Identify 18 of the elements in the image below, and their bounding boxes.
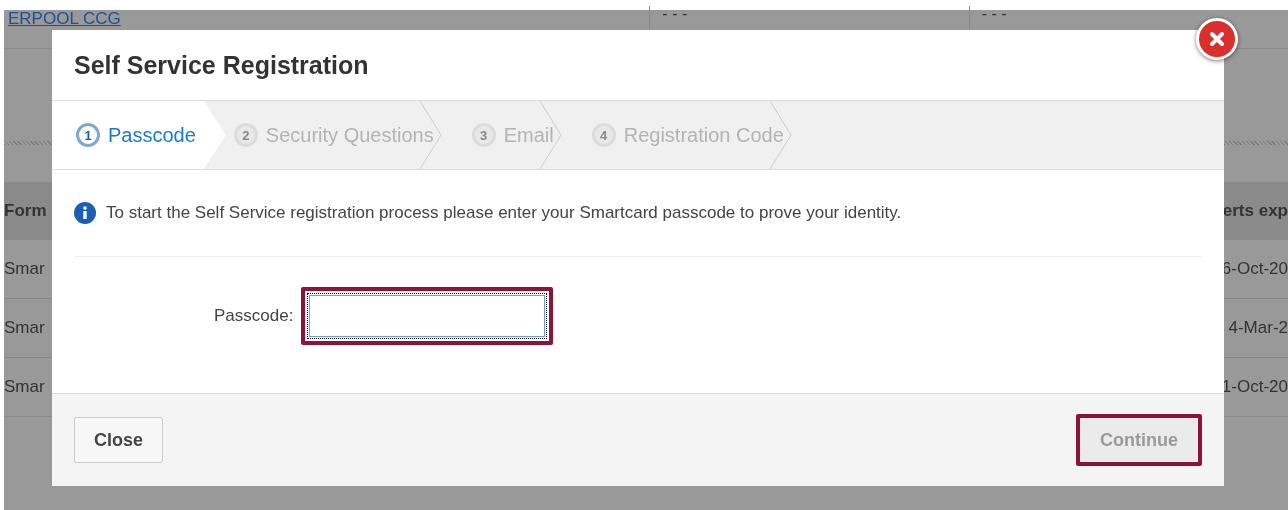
step-number: 1 bbox=[76, 123, 100, 147]
step-label: Security Questions bbox=[265, 123, 434, 147]
step-label: Registration Code bbox=[623, 123, 784, 147]
dialog-title: Self Service Registration bbox=[74, 50, 369, 80]
step-number: 4 bbox=[591, 123, 616, 147]
close-icon[interactable] bbox=[1196, 18, 1238, 60]
step-number: 3 bbox=[471, 123, 496, 147]
column-header: erts exp bbox=[1224, 182, 1288, 240]
step-label: Passcode bbox=[108, 123, 196, 147]
instruction-text: To start the Self Service registration process please enter your Smartcard passcode to prove your identity. bbox=[106, 203, 902, 223]
wizard-step[interactable]: 1 Passcode bbox=[52, 101, 226, 169]
info-icon bbox=[74, 202, 96, 224]
step-label: Email bbox=[503, 123, 554, 147]
close-button[interactable]: Close bbox=[74, 417, 164, 463]
column-header: Form bbox=[4, 182, 52, 240]
field-label: Passcode: bbox=[214, 306, 294, 326]
step-number: 2 bbox=[233, 123, 258, 147]
passcode-field[interactable] bbox=[309, 295, 546, 337]
